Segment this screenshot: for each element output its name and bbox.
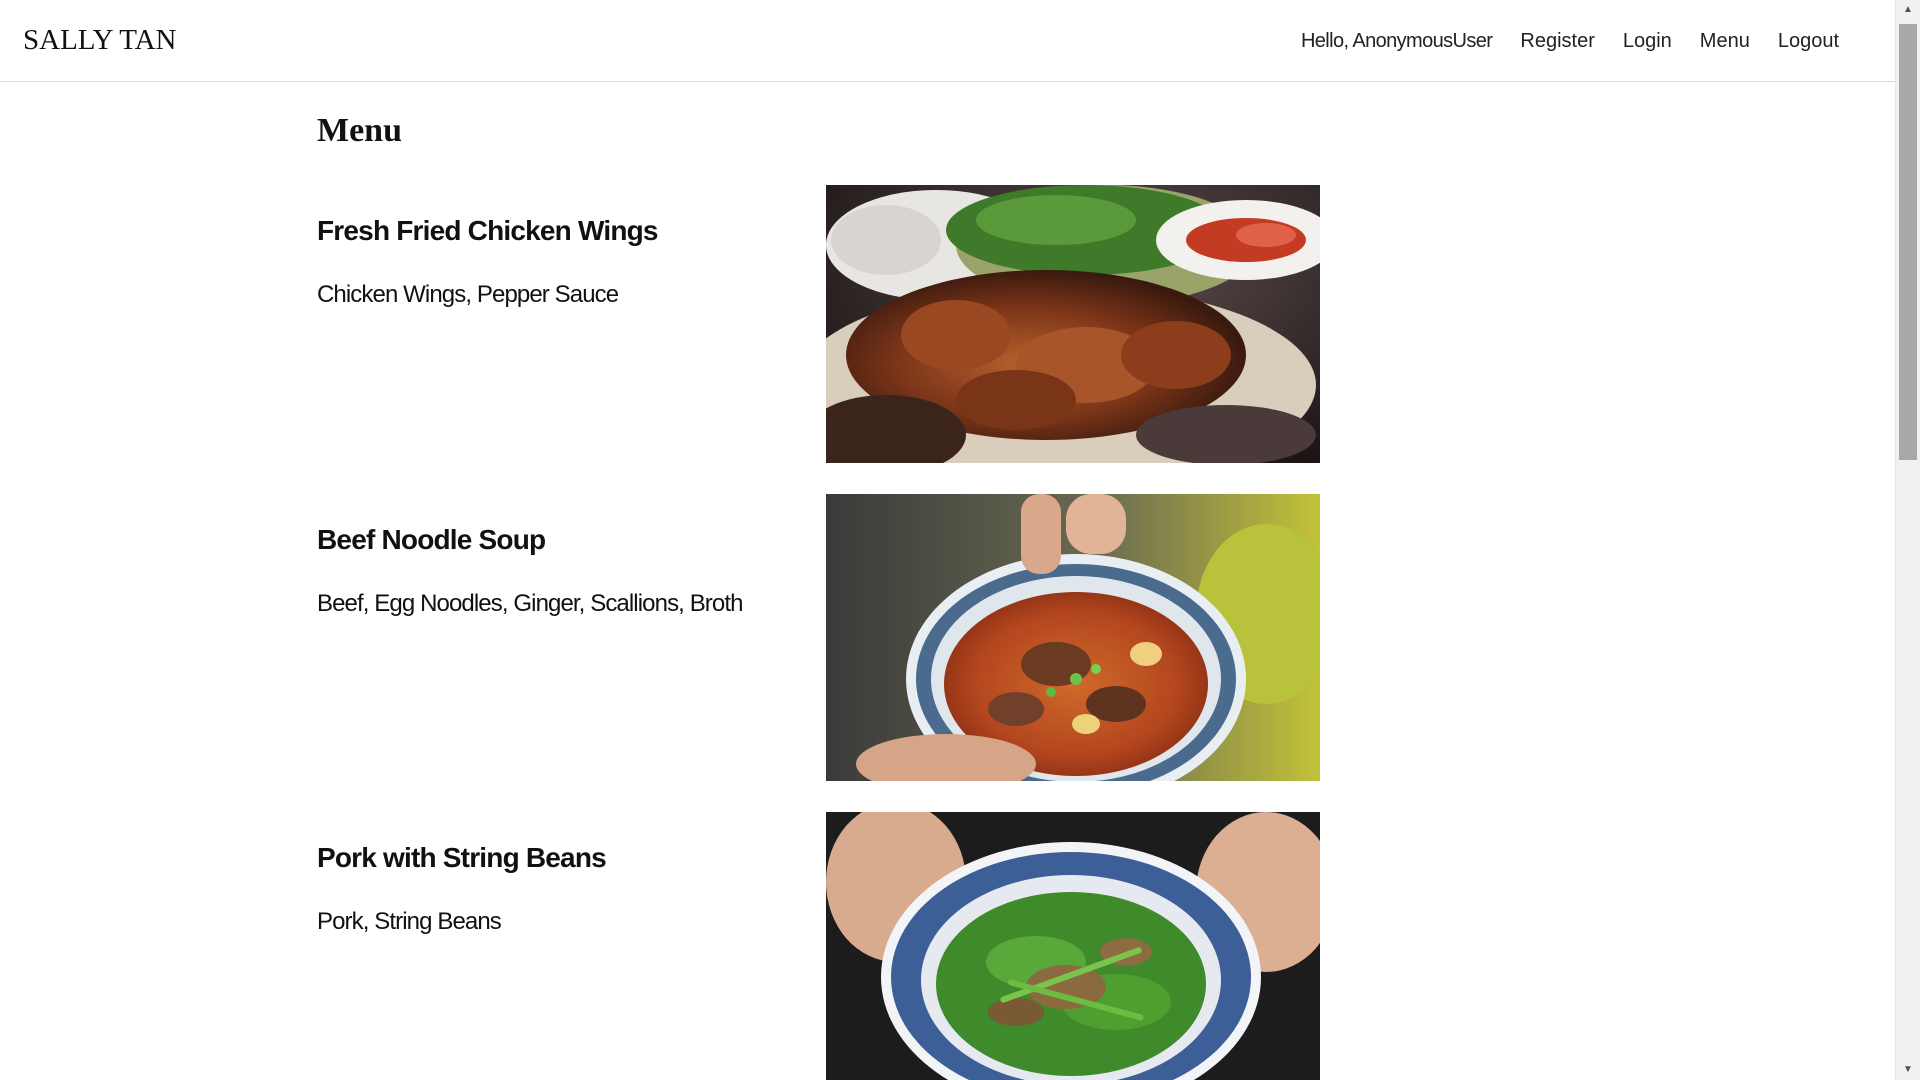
menu-item-description: Pork, String Beans: [317, 908, 502, 935]
menu-item-description: Beef, Egg Noodles, Ginger, Scallions, Br…: [317, 590, 743, 617]
chicken-wings-photo: [826, 185, 1320, 463]
top-navbar: SALLY TAN Hello, AnonymousUser Register …: [0, 0, 1896, 82]
page: SALLY TAN Hello, AnonymousUser Register …: [0, 0, 1920, 1080]
scroll-up-arrow[interactable]: ▲: [1896, 0, 1920, 20]
menu-item: Pork with String Beans Pork, String Bean…: [317, 812, 1321, 1080]
page-title: Menu: [317, 112, 402, 149]
nav-register-link[interactable]: Register: [1520, 30, 1594, 53]
menu-item: Fresh Fried Chicken Wings Chicken Wings,…: [317, 185, 1321, 465]
menu-item-description: Chicken Wings, Pepper Sauce: [317, 281, 619, 308]
nav-login-link[interactable]: Login: [1623, 30, 1672, 53]
triangle-up-icon: ▲: [1903, 4, 1913, 15]
triangle-down-icon: ▼: [1903, 1064, 1913, 1075]
menu-item-name: Pork with String Beans: [317, 842, 607, 873]
scroll-down-arrow[interactable]: ▼: [1896, 1060, 1920, 1080]
user-greeting: Hello, AnonymousUser: [1300, 30, 1493, 52]
brand-logo-link[interactable]: SALLY TAN: [23, 24, 176, 57]
vertical-scrollbar[interactable]: ▲ ▼: [1895, 0, 1920, 1080]
nav-menu-link[interactable]: Menu: [1700, 30, 1750, 53]
beef-noodle-soup-photo: [826, 494, 1320, 781]
menu-item-name: Fresh Fried Chicken Wings: [317, 215, 659, 246]
scrollbar-thumb[interactable]: [1899, 24, 1917, 460]
pork-string-beans-photo: [826, 812, 1320, 1080]
menu-item-name: Beef Noodle Soup: [317, 524, 546, 555]
nav-logout-link[interactable]: Logout: [1778, 30, 1839, 53]
menu-item: Beef Noodle Soup Beef, Egg Noodles, Ging…: [317, 494, 1321, 784]
nav-links: Hello, AnonymousUser Register Login Menu…: [1301, 30, 1839, 53]
